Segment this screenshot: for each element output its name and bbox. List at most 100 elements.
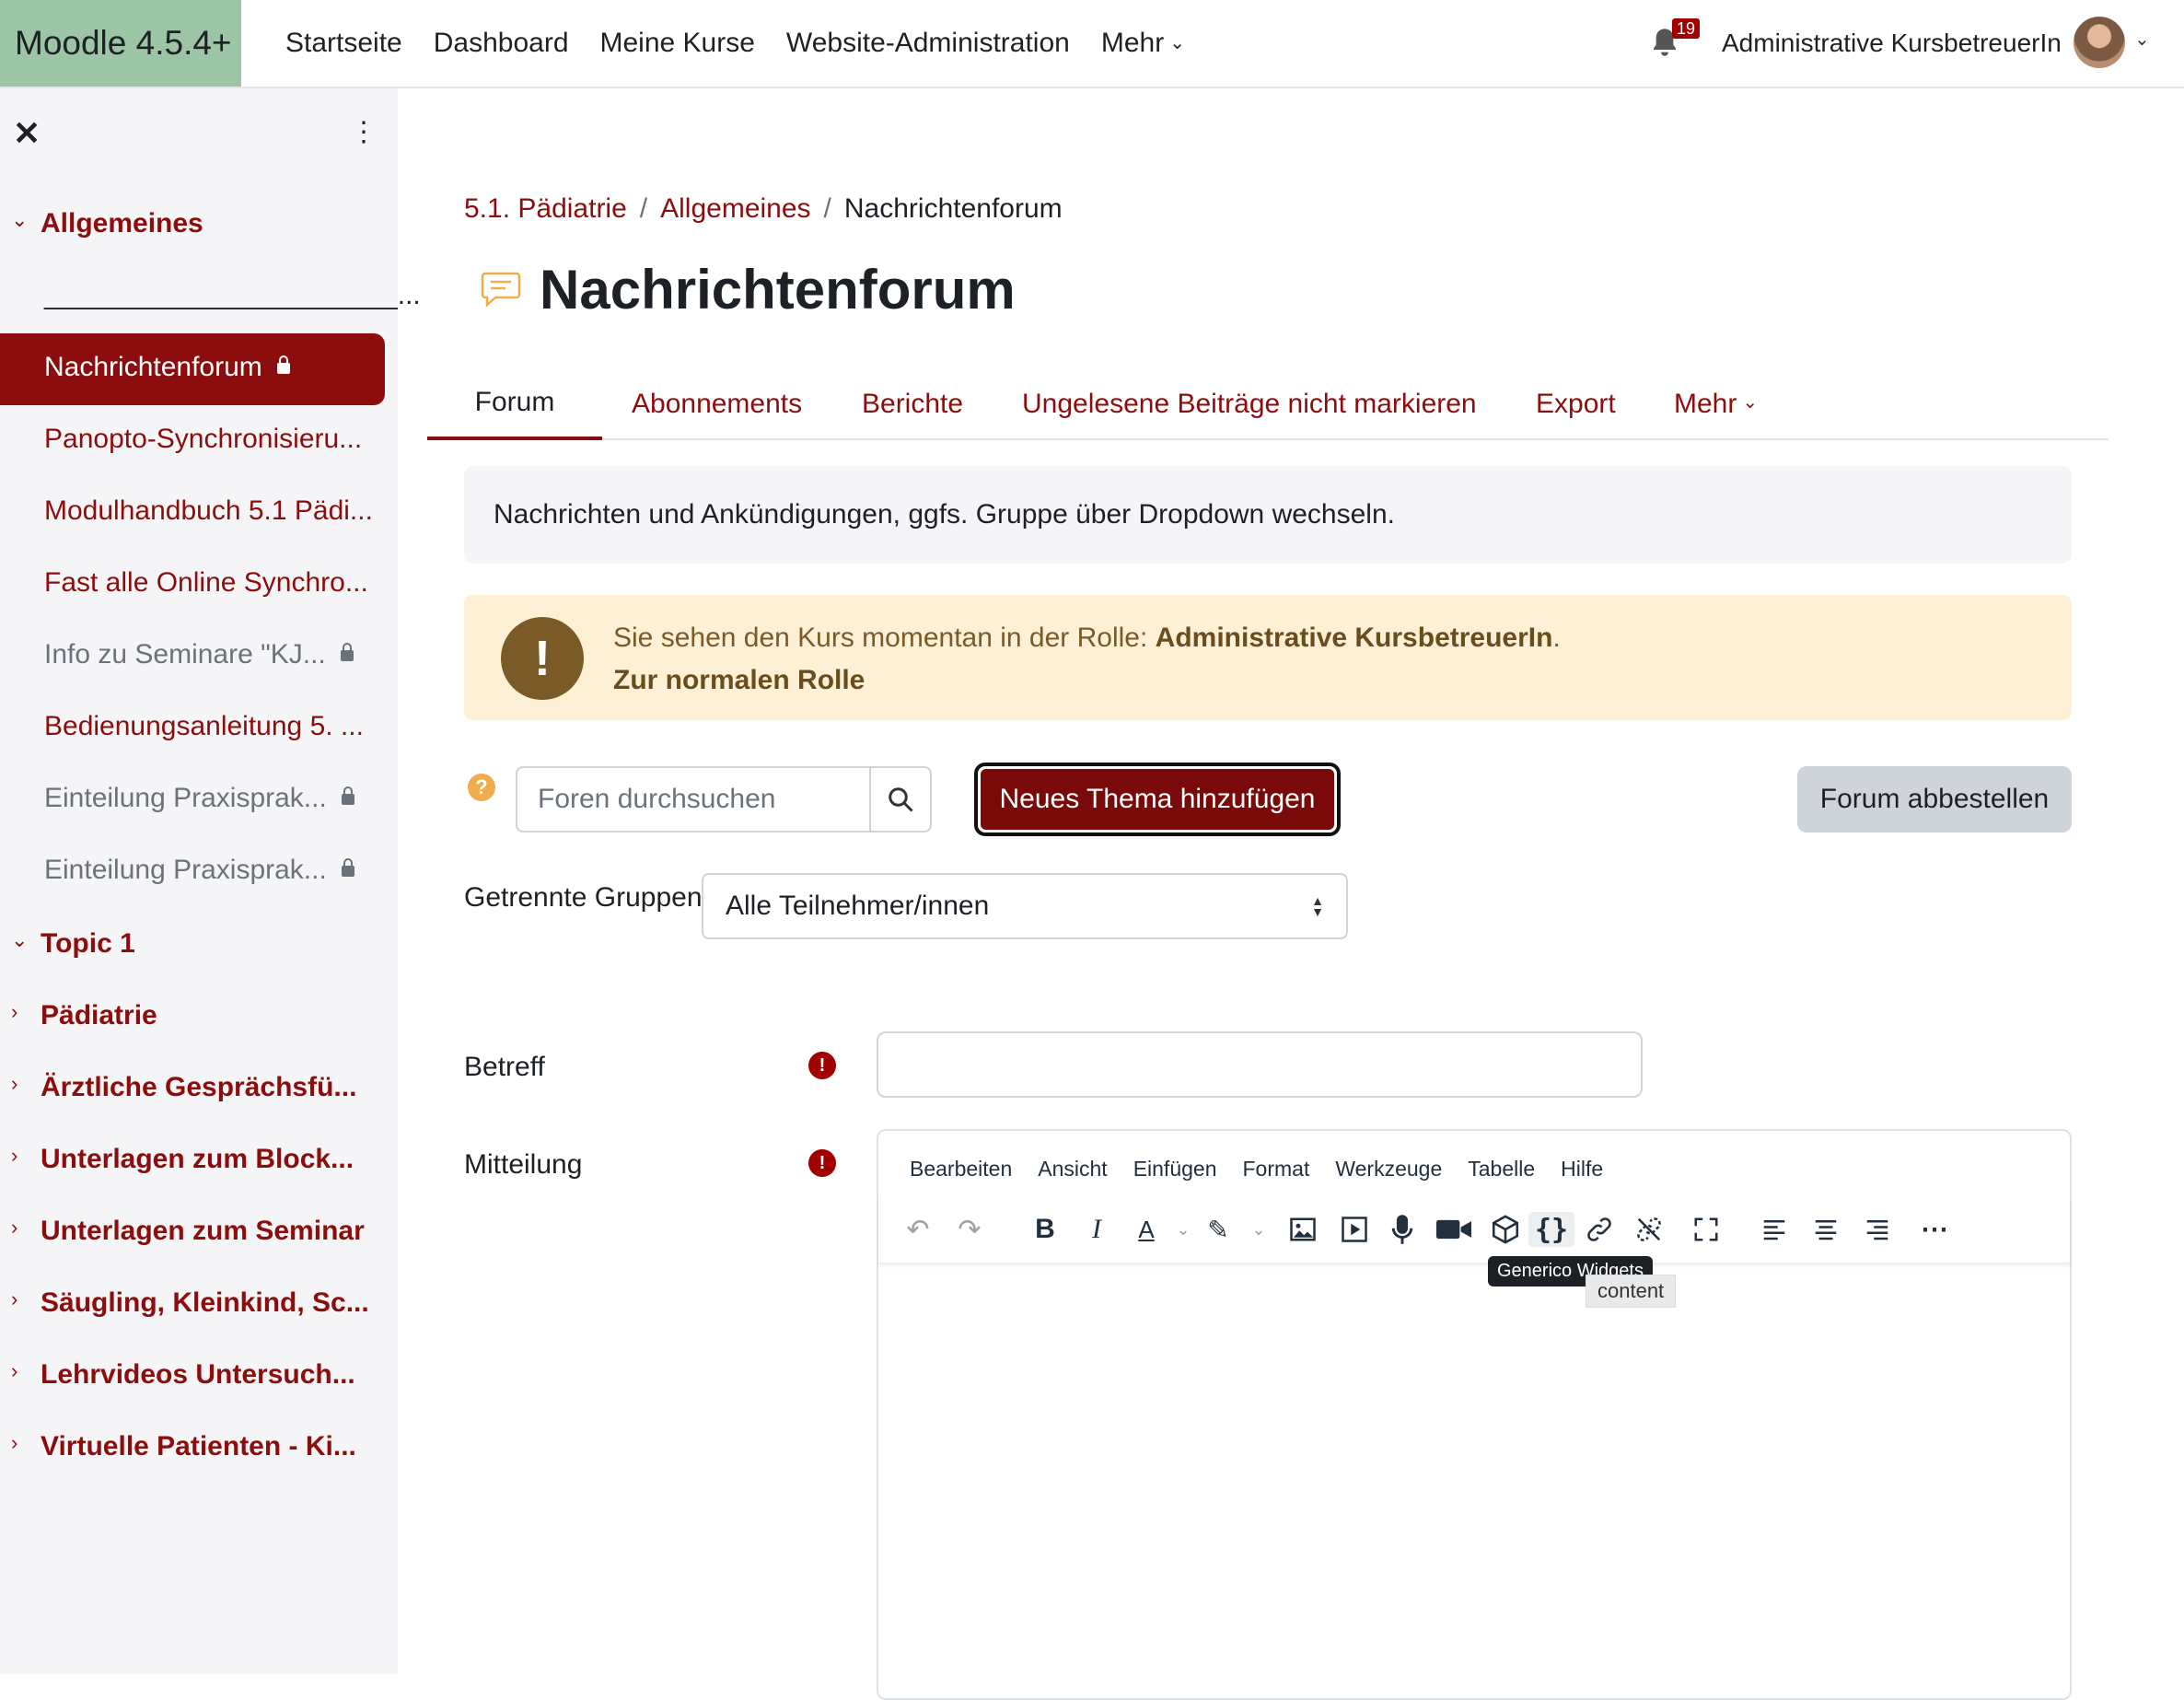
align-right-icon[interactable] (1862, 1212, 1893, 1247)
chevron-right-icon[interactable]: › (11, 1072, 17, 1096)
menu-werkzeuge[interactable]: Werkzeuge (1335, 1157, 1442, 1182)
generico-widgets-icon[interactable]: {} (1528, 1212, 1574, 1247)
sidebar-item-einteilung-1[interactable]: Einteilung Praxisprak... (44, 783, 354, 814)
nav-website-administration[interactable]: Website-Administration (786, 28, 1070, 59)
media-icon[interactable] (1339, 1212, 1370, 1247)
sidebar-item-label: Einteilung Praxisprak... (44, 783, 327, 813)
more-options-icon[interactable]: ⋯ (1919, 1212, 1950, 1247)
chevron-down-icon: ⌄ (1742, 391, 1759, 413)
sidebar-section-virtuelle-patienten[interactable]: Virtuelle Patienten - Ki... (41, 1431, 356, 1462)
tab-forum[interactable]: Forum (427, 368, 602, 440)
nav-dashboard[interactable]: Dashboard (434, 28, 569, 59)
tab-abonnements[interactable]: Abonnements (632, 368, 802, 440)
sidebar-section-paediatrie[interactable]: Pädiatrie (41, 1000, 157, 1031)
forum-search-input[interactable] (517, 768, 869, 831)
nav-more-label: Mehr (1100, 28, 1165, 58)
redo-icon[interactable]: ↷ (954, 1212, 985, 1247)
sidebar-item-info-seminare[interactable]: Info zu Seminare "KJ... (44, 639, 354, 670)
cube-icon[interactable] (1490, 1212, 1521, 1247)
chevron-down-icon[interactable]: ⌄ (2134, 28, 2150, 51)
nav-startseite[interactable]: Startseite (285, 28, 402, 59)
group-select[interactable]: Alle Teilnehmer/innen ▲ ▼ (702, 873, 1348, 939)
breadcrumb-section[interactable]: Allgemeines (660, 193, 810, 224)
align-left-icon[interactable] (1759, 1212, 1790, 1247)
search-icon (889, 787, 913, 812)
highlight-color-icon[interactable]: ✎ (1202, 1212, 1234, 1247)
chevron-right-icon[interactable]: › (11, 1431, 17, 1455)
sidebar-item-label: Nachrichtenforum (44, 352, 262, 382)
sidebar-item-online-synchro[interactable]: Fast alle Online Synchro... (44, 567, 368, 599)
kebab-menu-icon[interactable]: ⋮ (350, 116, 378, 148)
text-color-icon[interactable]: A (1131, 1212, 1162, 1247)
forum-icon (481, 272, 521, 308)
fullscreen-icon[interactable] (1690, 1212, 1722, 1247)
menu-einfuegen[interactable]: Einfügen (1133, 1157, 1217, 1182)
sidebar-section-topic-1[interactable]: Topic 1 (41, 928, 135, 960)
site-brand[interactable]: Moodle 4.5.4+ (0, 0, 241, 87)
chevron-right-icon[interactable]: › (11, 1216, 17, 1240)
sidebar-item-divider[interactable]: _______________________... (44, 280, 421, 311)
menu-bearbeiten[interactable]: Bearbeiten (910, 1157, 1012, 1182)
microphone-icon[interactable] (1387, 1212, 1418, 1247)
nav-meine-kurse[interactable]: Meine Kurse (600, 28, 755, 59)
lock-icon (341, 786, 354, 806)
primary-navigation: Startseite Dashboard Meine Kurse Website… (285, 0, 1185, 87)
chevron-right-icon[interactable]: › (11, 1359, 17, 1383)
close-drawer-icon[interactable]: ✕ (13, 114, 41, 153)
nav-more-menu[interactable]: Mehr ⌄ (1101, 28, 1185, 59)
chevron-right-icon[interactable]: › (11, 1287, 17, 1311)
menu-ansicht[interactable]: Ansicht (1038, 1157, 1107, 1182)
user-avatar[interactable] (2074, 17, 2125, 68)
sidebar-item-panopto[interactable]: Panopto-Synchronisieru... (44, 424, 362, 455)
tab-more[interactable]: Mehr ⌄ (1674, 368, 1758, 440)
required-icon: ! (808, 1149, 836, 1177)
help-icon[interactable]: ? (468, 774, 495, 801)
menu-format[interactable]: Format (1243, 1157, 1310, 1182)
align-center-icon[interactable] (1810, 1212, 1841, 1247)
sidebar-section-saeugling[interactable]: Säugling, Kleinkind, Sc... (41, 1287, 369, 1319)
sidebar-section-unterlagen-seminar[interactable]: Unterlagen zum Seminar (41, 1216, 365, 1247)
link-icon[interactable] (1584, 1212, 1615, 1247)
italic-icon[interactable]: I (1081, 1212, 1112, 1247)
role-notice-dot: . (1552, 623, 1561, 653)
subject-input[interactable] (877, 1031, 1643, 1098)
sidebar-section-lehrvideos[interactable]: Lehrvideos Untersuch... (41, 1359, 355, 1391)
role-notice-text: Sie sehen den Kurs momentan in der Rolle… (613, 617, 1561, 702)
sidebar-item-bedienungsanleitung[interactable]: Bedienungsanleitung 5. ... (44, 711, 364, 742)
chevron-right-icon[interactable]: › (11, 1144, 17, 1168)
search-button[interactable] (869, 768, 930, 831)
bold-icon[interactable]: B (1029, 1212, 1061, 1247)
tab-berichte[interactable]: Berichte (862, 368, 963, 440)
menu-hilfe[interactable]: Hilfe (1561, 1157, 1603, 1182)
chevron-down-icon[interactable]: ⌄ (11, 208, 28, 232)
tab-more-label: Mehr (1674, 389, 1737, 419)
menu-tabelle[interactable]: Tabelle (1468, 1157, 1535, 1182)
sidebar-item-modulhandbuch[interactable]: Modulhandbuch 5.1 Pädi... (44, 495, 373, 527)
message-label: Mitteilung (464, 1149, 583, 1180)
unsubscribe-forum-button[interactable]: Forum abbestellen (1797, 766, 2072, 833)
tab-ungelesene-beitraege[interactable]: Ungelesene Beiträge nicht markieren (1022, 368, 1477, 440)
tab-export[interactable]: Export (1536, 368, 1616, 440)
chevron-down-icon[interactable]: ⌄ (1168, 1212, 1199, 1247)
return-normal-role-link[interactable]: Zur normalen Rolle (613, 665, 865, 695)
sidebar-item-einteilung-2[interactable]: Einteilung Praxisprak... (44, 855, 354, 886)
sidebar-section-gespraechsfuehrung[interactable]: Ärztliche Gesprächsfü... (41, 1072, 356, 1103)
content-tooltip: content (1586, 1275, 1677, 1308)
add-new-topic-button[interactable]: Neues Thema hinzufügen (974, 763, 1341, 836)
image-icon[interactable] (1287, 1212, 1319, 1247)
user-name[interactable]: Administrative KursbetreuerIn (1722, 0, 2062, 87)
undo-icon[interactable]: ↶ (902, 1212, 934, 1247)
breadcrumb-course[interactable]: 5.1. Pädiatrie (464, 193, 627, 224)
chevron-right-icon[interactable]: › (11, 1000, 17, 1024)
secondary-navigation-tabs: Forum Abonnements Berichte Ungelesene Be… (427, 368, 2108, 440)
top-navbar: Moodle 4.5.4+ Startseite Dashboard Meine… (0, 0, 2184, 88)
select-arrows-icon: ▲ ▼ (1311, 893, 1324, 919)
sidebar-section-allgemeines[interactable]: Allgemeines (41, 208, 203, 239)
chevron-down-icon[interactable]: ⌄ (11, 928, 28, 952)
sidebar-item-nachrichtenforum[interactable]: Nachrichtenforum (44, 352, 290, 383)
unlink-icon[interactable] (1633, 1212, 1665, 1247)
video-camera-icon[interactable] (1436, 1212, 1471, 1247)
sidebar-section-unterlagen-block[interactable]: Unterlagen zum Block... (41, 1144, 354, 1175)
add-new-topic-label: Neues Thema hinzufügen (981, 769, 1334, 830)
chevron-down-icon[interactable]: ⌄ (1243, 1212, 1274, 1247)
